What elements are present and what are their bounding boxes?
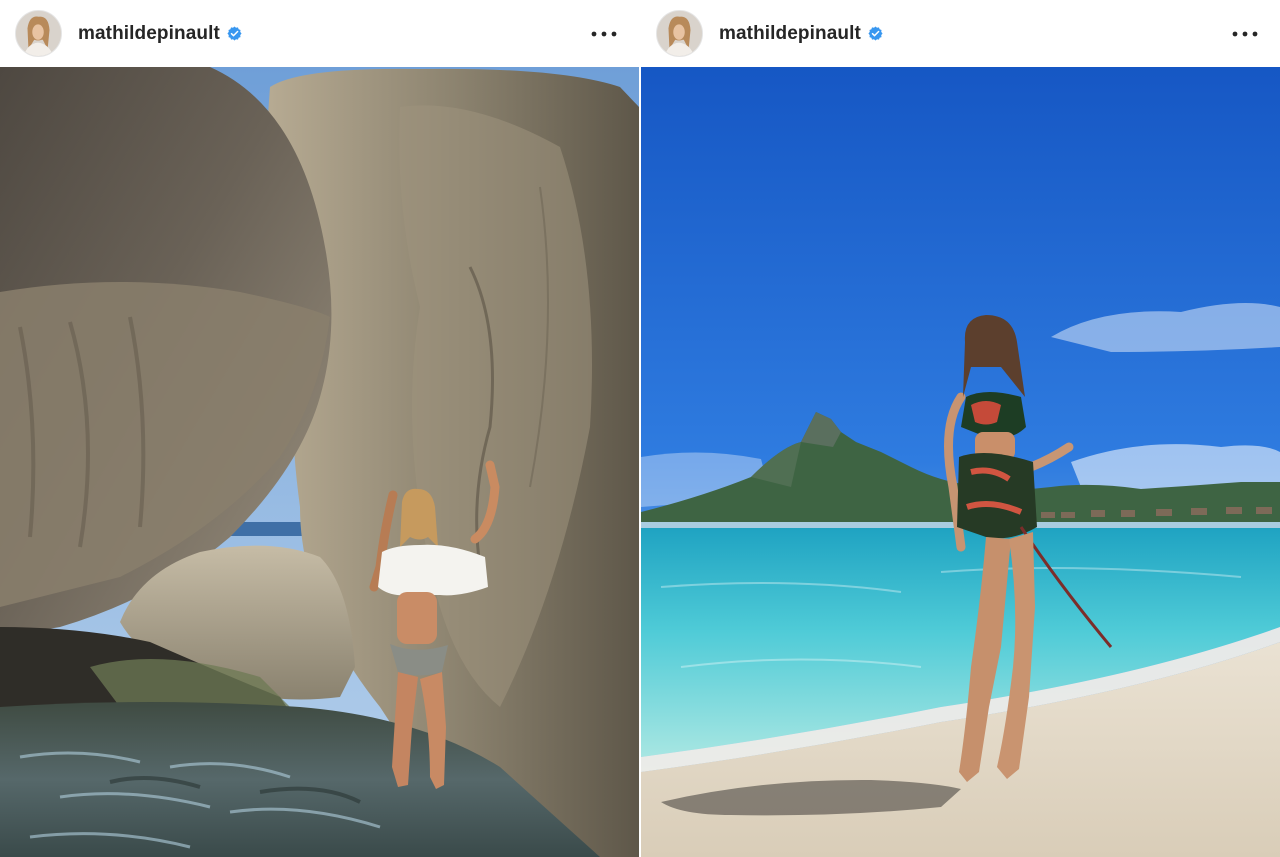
post-photo[interactable] [0, 67, 639, 857]
post-header: mathildepinault [641, 0, 1280, 67]
boulders-photo [0, 67, 639, 857]
avatar-image [657, 11, 702, 56]
username[interactable]: mathildepinault [78, 23, 220, 45]
profile-avatar[interactable] [656, 10, 703, 57]
post-right: mathildepinault [641, 0, 1280, 857]
beach-photo [641, 67, 1280, 857]
more-options-icon[interactable] [587, 22, 621, 46]
more-options-icon[interactable] [1228, 22, 1262, 46]
verified-badge-icon [227, 26, 242, 41]
verified-badge-icon [868, 26, 883, 41]
username[interactable]: mathildepinault [719, 23, 861, 45]
post-left: mathildepinault [0, 0, 639, 857]
post-header: mathildepinault [0, 0, 639, 67]
profile-avatar[interactable] [15, 10, 62, 57]
avatar-image [16, 11, 61, 56]
post-photo[interactable] [641, 67, 1280, 857]
